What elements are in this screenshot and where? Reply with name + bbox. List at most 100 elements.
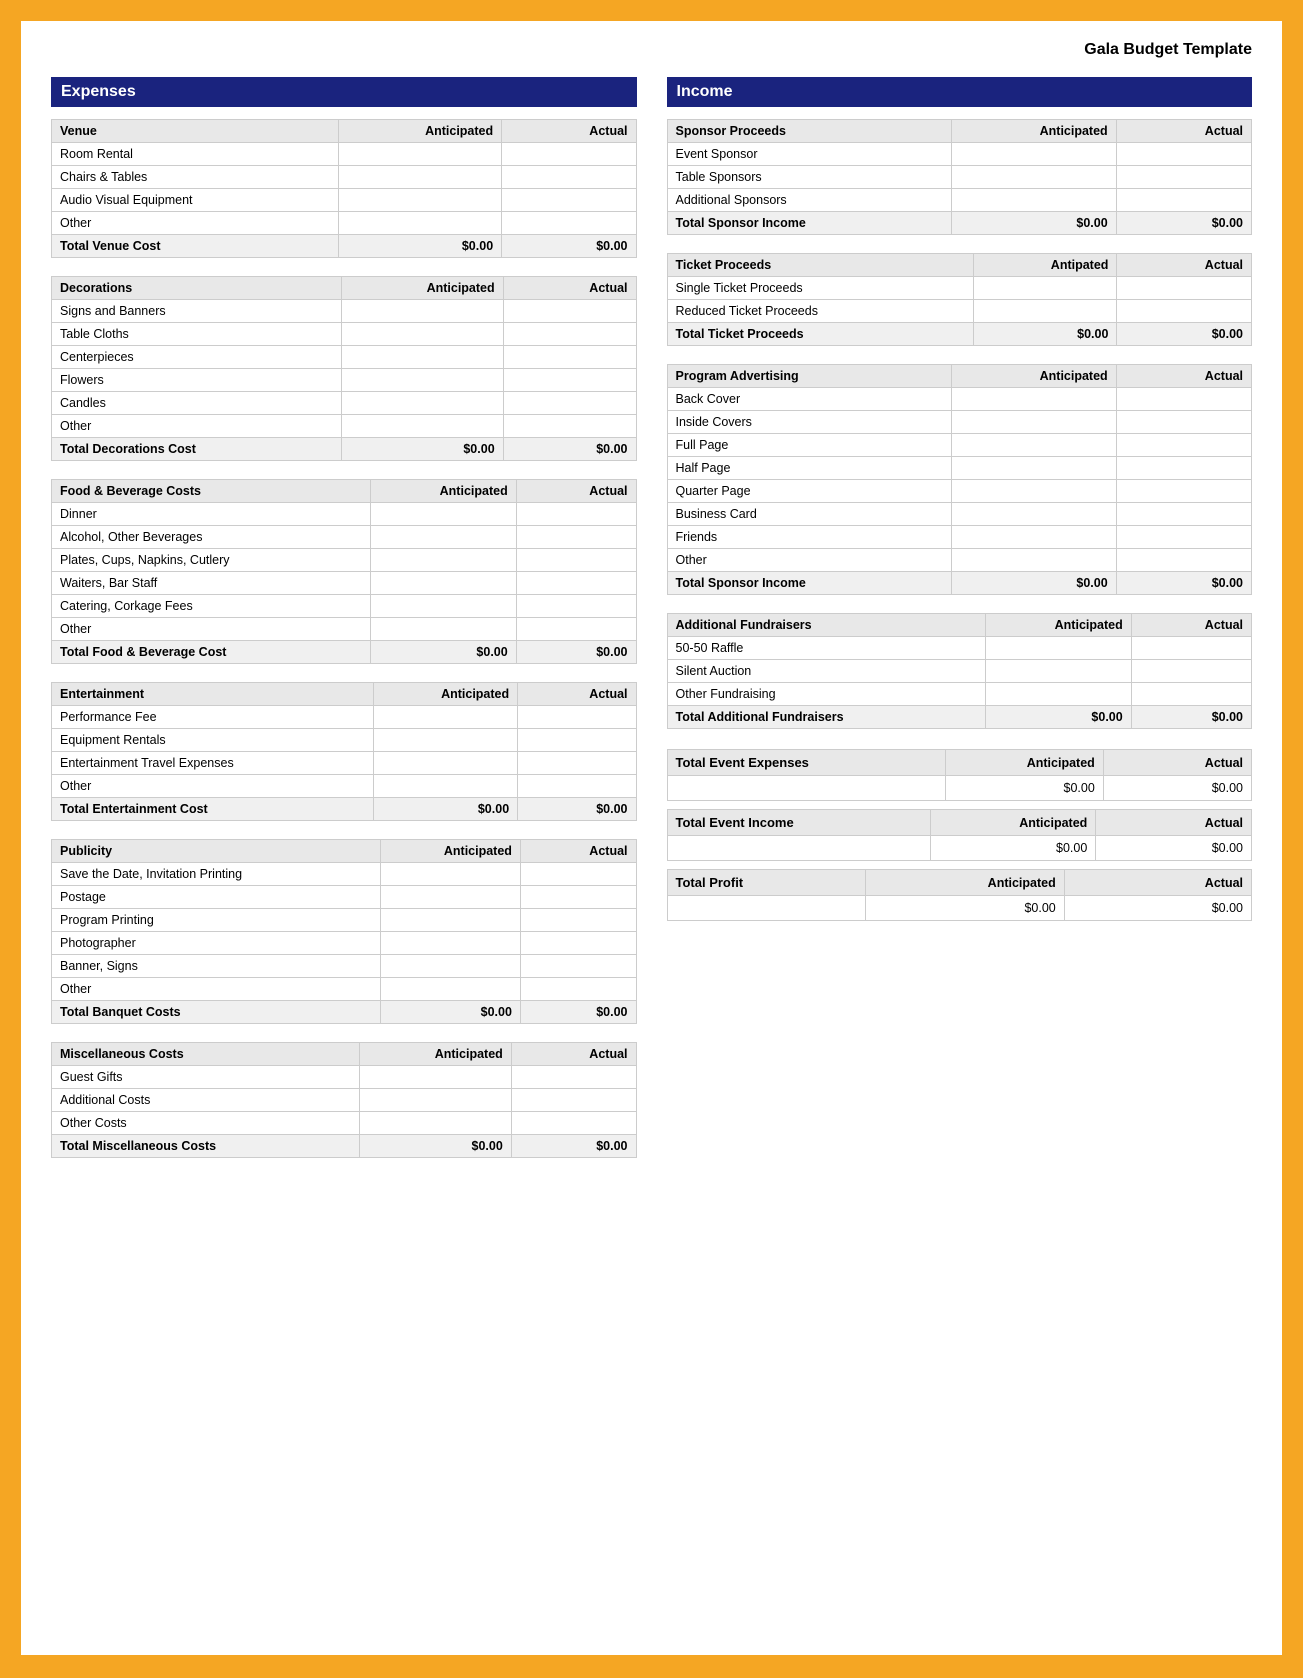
total-income-summary: Total Event Income Anticipated Actual $0…	[667, 809, 1253, 861]
venue-col-label: Venue	[52, 120, 339, 143]
row-label: Chairs & Tables	[52, 166, 339, 189]
row-actual[interactable]	[502, 166, 636, 189]
table-row: Entertainment Travel Expenses	[52, 752, 637, 775]
total-income-label: Total Event Income	[667, 810, 930, 836]
row-actual[interactable]	[502, 212, 636, 235]
table-row: Half Page	[667, 457, 1252, 480]
row-anticipated[interactable]	[338, 189, 501, 212]
ticket-total-row: Total Ticket Proceeds $0.00 $0.00	[667, 323, 1252, 346]
summary-block: Total Event Expenses Anticipated Actual …	[667, 749, 1253, 921]
decorations-table: Decorations Anticipated Actual Signs and…	[51, 276, 637, 461]
program-total-row: Total Sponsor Income $0.00 $0.00	[667, 572, 1252, 595]
ticket-table: Ticket Proceeds Antipated Actual Single …	[667, 253, 1253, 346]
table-row: Other Costs	[52, 1112, 637, 1135]
dec-total-actual: $0.00	[503, 438, 636, 461]
fundraisers-table: Additional Fundraisers Anticipated Actua…	[667, 613, 1253, 729]
income-header: Income	[667, 77, 1253, 107]
table-row: Table Cloths	[52, 323, 637, 346]
table-row: Catering, Corkage Fees	[52, 595, 637, 618]
table-row: Other	[52, 618, 637, 641]
total-income-col-actual: Actual	[1096, 810, 1252, 836]
total-profit-actual: $0.00	[1064, 896, 1251, 921]
venue-total-label: Total Venue Cost	[52, 235, 339, 258]
total-profit-col-anticipated: Anticipated	[865, 870, 1064, 896]
table-row: Other	[52, 775, 637, 798]
fundraisers-total-row: Total Additional Fundraisers $0.00 $0.00	[667, 706, 1252, 729]
fb-total-row: Total Food & Beverage Cost $0.00 $0.00	[52, 641, 637, 664]
venue-table: Venue Anticipated Actual Room Rental Cha…	[51, 119, 637, 258]
dec-col-label: Decorations	[52, 277, 342, 300]
table-row: Plates, Cups, Napkins, Cutlery	[52, 549, 637, 572]
table-row: Equipment Rentals	[52, 729, 637, 752]
venue-total-anticipated: $0.00	[338, 235, 501, 258]
table-row: Table Sponsors	[667, 166, 1252, 189]
table-row: Quarter Page	[667, 480, 1252, 503]
table-row: Other	[667, 549, 1252, 572]
table-row: Flowers	[52, 369, 637, 392]
table-row: Guest Gifts	[52, 1066, 637, 1089]
fb-col-label: Food & Beverage Costs	[52, 480, 371, 503]
row-anticipated[interactable]	[338, 166, 501, 189]
row-actual[interactable]	[502, 143, 636, 166]
row-label: Room Rental	[52, 143, 339, 166]
row-actual[interactable]	[502, 189, 636, 212]
row-label: Other	[52, 212, 339, 235]
expenses-column: Expenses Venue Anticipated Actual Room R…	[51, 77, 637, 1176]
misc-total-row: Total Miscellaneous Costs $0.00 $0.00	[52, 1135, 637, 1158]
venue-col-actual: Actual	[502, 120, 636, 143]
dec-col-anticipated: Anticipated	[342, 277, 503, 300]
total-profit-anticipated: $0.00	[865, 896, 1064, 921]
table-row: Alcohol, Other Beverages	[52, 526, 637, 549]
food-beverage-table: Food & Beverage Costs Anticipated Actual…	[51, 479, 637, 664]
table-row: Reduced Ticket Proceeds	[667, 300, 1252, 323]
sponsor-total-row: Total Sponsor Income $0.00 $0.00	[667, 212, 1252, 235]
total-expenses-actual: $0.00	[1103, 776, 1251, 801]
program-table: Program Advertising Anticipated Actual B…	[667, 364, 1253, 595]
entertainment-total-row: Total Entertainment Cost $0.00 $0.00	[52, 798, 637, 821]
row-anticipated[interactable]	[338, 143, 501, 166]
table-row: Chairs & Tables	[52, 166, 637, 189]
table-row: Friends	[667, 526, 1252, 549]
table-row: Event Sponsor	[667, 143, 1252, 166]
table-row: Single Ticket Proceeds	[667, 277, 1252, 300]
table-row: 50-50 Raffle	[667, 637, 1252, 660]
table-row: Candles	[52, 392, 637, 415]
publicity-table: Publicity Anticipated Actual Save the Da…	[51, 839, 637, 1024]
table-row: Silent Auction	[667, 660, 1252, 683]
total-expenses-anticipated: $0.00	[946, 776, 1104, 801]
row-anticipated[interactable]	[338, 212, 501, 235]
table-row: Business Card	[667, 503, 1252, 526]
table-row: Dinner	[52, 503, 637, 526]
total-income-actual: $0.00	[1096, 836, 1252, 861]
miscellaneous-table: Miscellaneous Costs Anticipated Actual G…	[51, 1042, 637, 1158]
table-row: Other Fundraising	[667, 683, 1252, 706]
table-row: Centerpieces	[52, 346, 637, 369]
table-row: Performance Fee	[52, 706, 637, 729]
total-profit-summary: Total Profit Anticipated Actual $0.00 $0…	[667, 869, 1253, 921]
venue-col-anticipated: Anticipated	[338, 120, 501, 143]
main-layout: Expenses Venue Anticipated Actual Room R…	[51, 77, 1252, 1176]
total-expenses-summary: Total Event Expenses Anticipated Actual …	[667, 749, 1253, 801]
dec-total-anticipated: $0.00	[342, 438, 503, 461]
total-expenses-col-actual: Actual	[1103, 750, 1251, 776]
page-container: Gala Budget Template Expenses Venue Anti…	[18, 18, 1285, 1658]
table-row: Waiters, Bar Staff	[52, 572, 637, 595]
sponsor-table: Sponsor Proceeds Anticipated Actual Even…	[667, 119, 1253, 235]
total-profit-label: Total Profit	[667, 870, 865, 896]
table-row: Room Rental	[52, 143, 637, 166]
income-column: Income Sponsor Proceeds Anticipated Actu…	[667, 77, 1253, 931]
dec-col-actual: Actual	[503, 277, 636, 300]
table-row: Banner, Signs	[52, 955, 637, 978]
total-income-col-anticipated: Anticipated	[930, 810, 1096, 836]
venue-total-actual: $0.00	[502, 235, 636, 258]
table-row: Postage	[52, 886, 637, 909]
table-row: Program Printing	[52, 909, 637, 932]
venue-total-row: Total Venue Cost $0.00 $0.00	[52, 235, 637, 258]
total-income-anticipated: $0.00	[930, 836, 1096, 861]
expenses-header: Expenses	[51, 77, 637, 107]
table-row: Other	[52, 415, 637, 438]
page-title: Gala Budget Template	[51, 41, 1252, 59]
table-row: Inside Covers	[667, 411, 1252, 434]
table-row: Other	[52, 212, 637, 235]
entertainment-table: Entertainment Anticipated Actual Perform…	[51, 682, 637, 821]
